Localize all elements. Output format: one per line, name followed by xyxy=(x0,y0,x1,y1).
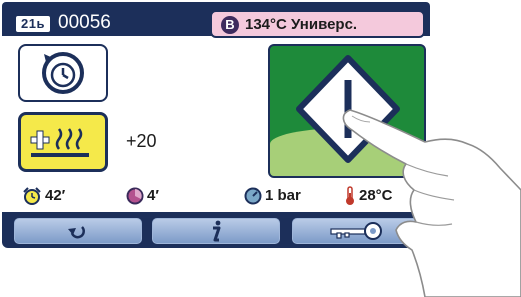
bottom-toolbar xyxy=(2,212,430,248)
heat-offset-value: +20 xyxy=(126,131,157,151)
status-temperature: 28°C xyxy=(344,186,393,206)
info-icon xyxy=(213,220,221,242)
thermometer-icon xyxy=(346,186,354,206)
timer-cycle-button[interactable] xyxy=(18,44,108,102)
info-button[interactable] xyxy=(152,218,280,244)
temperature-value: 28°C xyxy=(359,187,393,204)
pressure-value: 1 bar xyxy=(265,187,301,204)
timer-value: 42′ xyxy=(45,187,66,204)
program-icon: 21ь xyxy=(16,16,50,32)
stage-time-value: 4′ xyxy=(147,187,159,204)
heating-button[interactable] xyxy=(18,112,108,172)
status-stage: 4′ xyxy=(126,186,159,206)
control-panel-screen: 21ь 00056 B 134°C Универс. +20 42′ 4′ 1 … xyxy=(0,0,432,258)
status-timer: 42′ xyxy=(22,186,65,206)
start-button[interactable] xyxy=(268,44,426,178)
status-pressure: 1 bar xyxy=(244,186,301,206)
timer-cycle-icon xyxy=(42,52,84,94)
back-arrow-icon xyxy=(68,226,85,239)
pressure-gauge-icon xyxy=(244,187,262,205)
program-number: 00056 xyxy=(58,12,111,33)
heating-plus-icon xyxy=(30,128,89,157)
lock-key-button[interactable] xyxy=(292,218,420,244)
mode-label: 134°C Универс. xyxy=(245,16,358,33)
mode-display[interactable]: B 134°C Универс. xyxy=(210,10,425,38)
alarm-clock-icon xyxy=(23,187,41,206)
key-icon xyxy=(330,222,382,240)
back-button[interactable] xyxy=(14,218,142,244)
mode-badge: B xyxy=(221,16,239,34)
start-diamond-icon xyxy=(296,55,400,163)
stage-icon xyxy=(126,187,144,205)
